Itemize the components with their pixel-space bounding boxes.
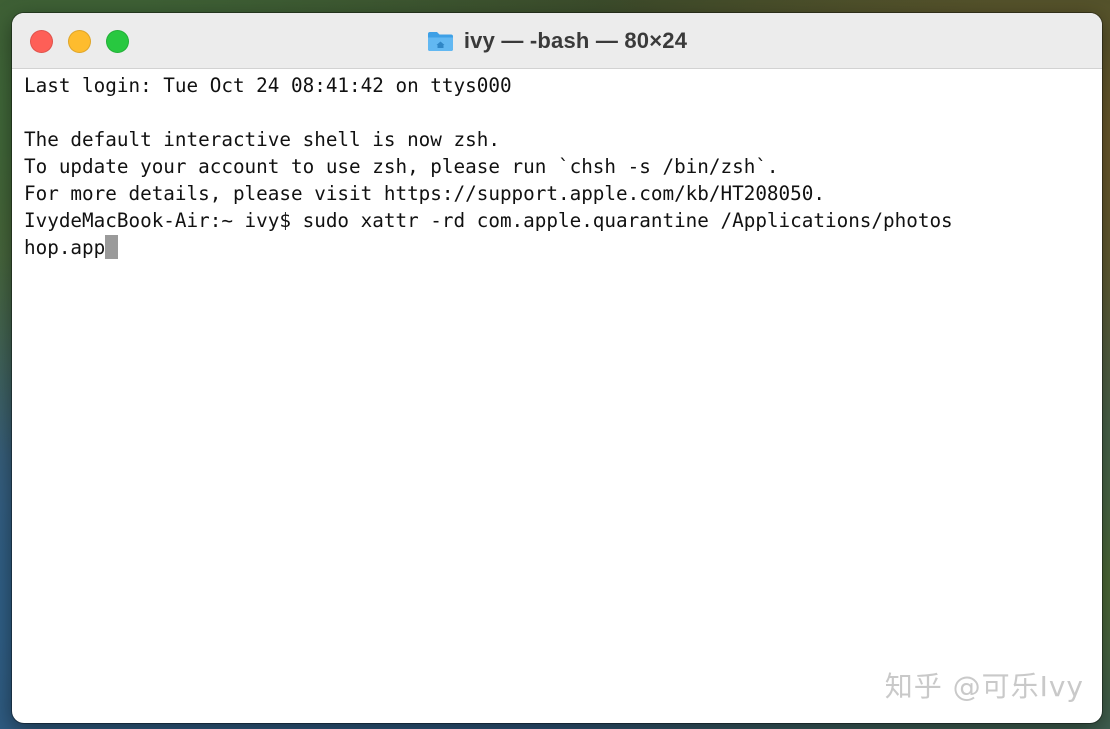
terminal-line: For more details, please visit https://s…	[24, 182, 825, 205]
terminal-input-text: hop.app	[24, 236, 106, 259]
title-bar[interactable]: ivy — -bash — 80×24	[12, 13, 1102, 69]
terminal-line: The default interactive shell is now zsh…	[24, 128, 500, 151]
terminal-input-line[interactable]: hop.app	[24, 234, 1094, 261]
text-cursor	[105, 235, 119, 259]
terminal-line: IvydeMacBook-Air:~ ivy$ sudo xattr -rd c…	[24, 209, 953, 232]
window-title: ivy — -bash — 80×24	[463, 27, 688, 53]
window-title-group: ivy — -bash — 80×24	[12, 13, 1102, 68]
terminal-window: ivy — -bash — 80×24 Last login: Tue Oct …	[12, 13, 1102, 723]
terminal-output[interactable]: Last login: Tue Oct 24 08:41:42 on ttys0…	[24, 70, 1094, 723]
terminal-line: Last login: Tue Oct 24 08:41:42 on ttys0…	[24, 74, 512, 97]
folder-home-icon	[427, 31, 453, 51]
watermark: 知乎 @可乐Ivy	[884, 670, 1084, 703]
terminal-line: To update your account to use zsh, pleas…	[24, 155, 779, 178]
